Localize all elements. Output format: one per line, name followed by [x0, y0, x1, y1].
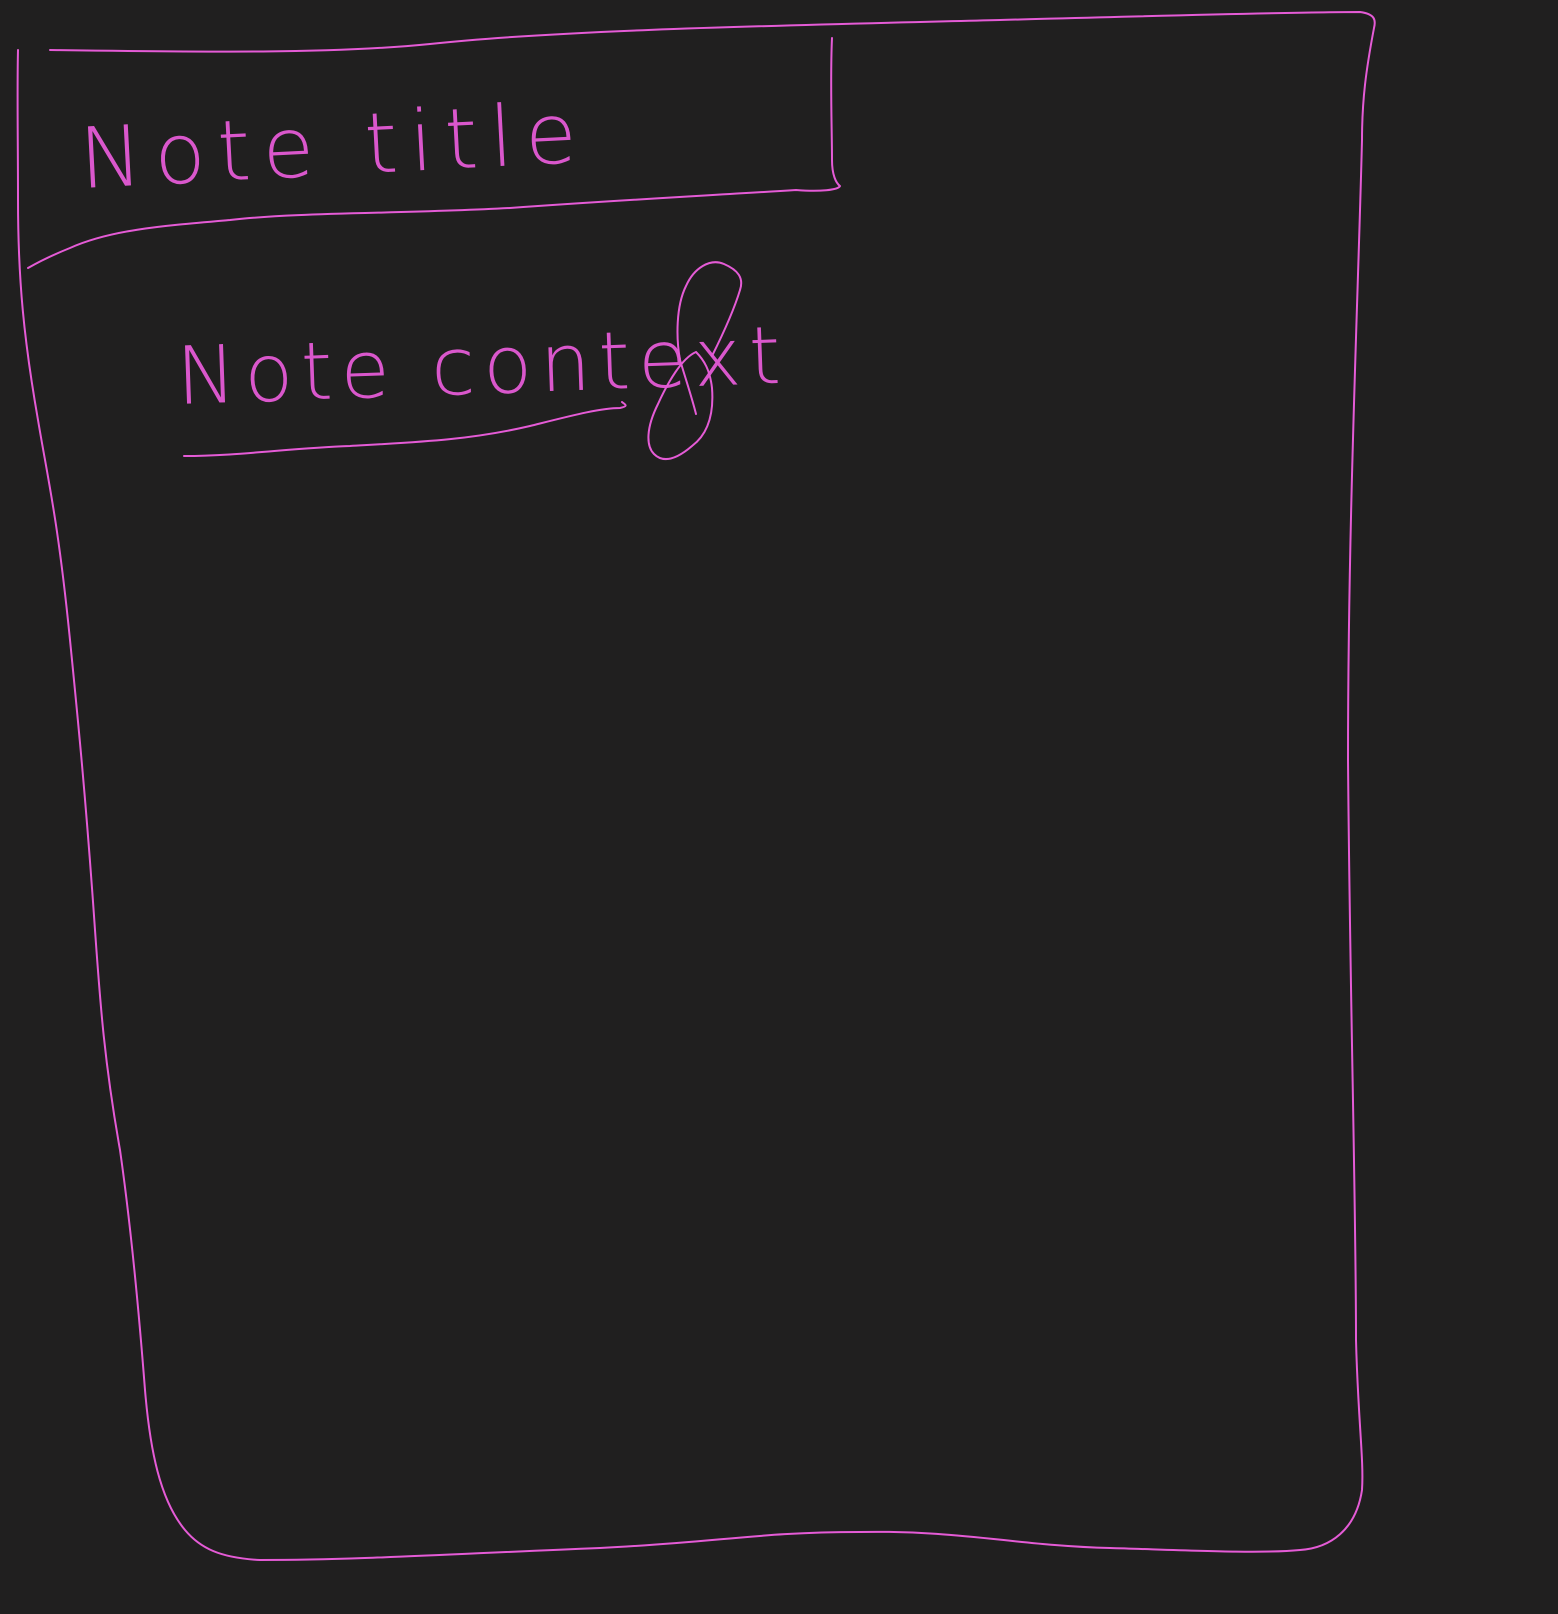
paperclip-icon[interactable]: [640, 258, 750, 468]
note-editor-sketch: Note title Note context: [0, 0, 1558, 1614]
note-card-border: [16, 11, 1376, 1561]
note-card-outline: [16, 11, 1376, 1561]
